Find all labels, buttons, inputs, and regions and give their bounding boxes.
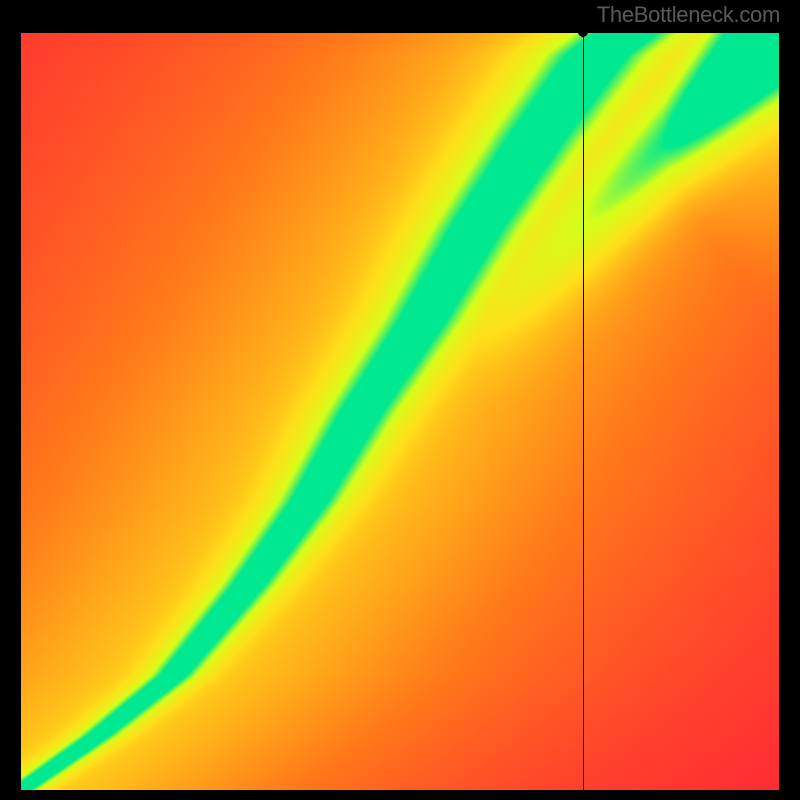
marker-dot [578,27,588,37]
crosshair-horizontal [21,32,779,33]
watermark-text: TheBottleneck.com [597,2,780,28]
plot-area [21,32,779,790]
heatmap-canvas [21,32,779,790]
crosshair-vertical [583,32,584,790]
chart-container: TheBottleneck.com [0,0,800,800]
